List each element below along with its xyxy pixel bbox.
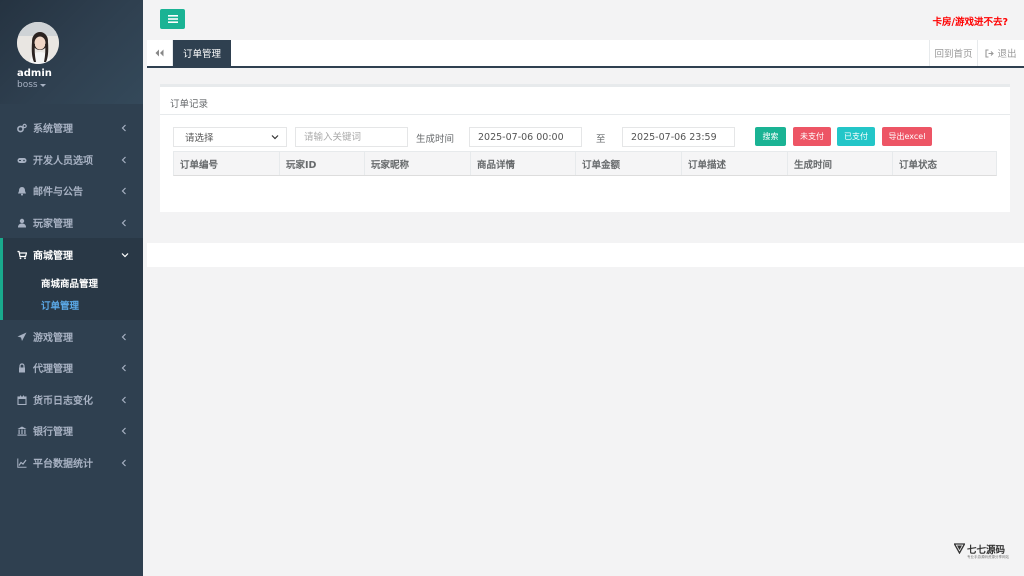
chevron-left-icon xyxy=(121,187,131,195)
sidebar-item-system[interactable]: 系统管理 xyxy=(0,112,143,143)
footer xyxy=(147,243,1024,267)
sidebar-item-label: 平台数据统计 xyxy=(33,459,93,470)
user-role-dropdown[interactable]: boss xyxy=(17,80,46,90)
chevron-left-icon xyxy=(121,396,131,404)
user-icon xyxy=(17,218,27,228)
caret-down-icon xyxy=(39,83,46,87)
sidebar-item-label: 货币日志变化 xyxy=(33,396,93,407)
logout-label: 退出 xyxy=(997,49,1017,60)
hamburger-icon xyxy=(167,15,178,23)
unpaid-filter-button[interactable]: 未支付 xyxy=(793,127,831,146)
column-header[interactable]: 商品详情 xyxy=(471,152,576,175)
column-header[interactable]: 订单编号 xyxy=(174,152,280,175)
sidebar-item-label: 系统管理 xyxy=(33,124,73,135)
sidebar: admin boss 系统管理 开发人员选项 邮件与公告 玩家管理 商城管理 商… xyxy=(0,0,143,576)
start-time-input[interactable] xyxy=(469,127,582,147)
sidebar-item-label: 代理管理 xyxy=(33,364,73,375)
sidebar-item-currency-log[interactable]: 货币日志变化 xyxy=(0,384,143,415)
column-header[interactable]: 订单描述 xyxy=(682,152,788,175)
top-navbar: 卡房/游戏进不去? xyxy=(143,0,1024,40)
gears-icon xyxy=(17,123,27,133)
avatar[interactable] xyxy=(17,22,59,64)
bank-icon xyxy=(17,426,27,436)
sign-out-icon xyxy=(985,48,995,58)
chevron-left-icon xyxy=(121,459,131,467)
end-time-input[interactable] xyxy=(622,127,735,147)
chevron-left-icon xyxy=(121,364,131,372)
sidebar-item-label: 玩家管理 xyxy=(33,219,73,230)
sidebar-item-shop[interactable]: 商城管理 xyxy=(0,239,143,270)
order-records-panel: 订单记录 请选择 生成时间 至 搜索 未支付 已支付 导出excel 订单编号 … xyxy=(160,84,1010,212)
profile-header: admin boss xyxy=(0,0,143,104)
sidebar-item-label: 银行管理 xyxy=(33,427,73,438)
column-header[interactable]: 生成时间 xyxy=(788,152,893,175)
sidebar-subitem-orders[interactable]: 订单管理 xyxy=(41,298,79,312)
bell-icon xyxy=(17,186,27,196)
sidebar-subitem-shop-products[interactable]: 商城商品管理 xyxy=(41,276,98,290)
tab-orders[interactable]: 订单管理 xyxy=(173,40,231,66)
paid-filter-button[interactable]: 已支付 xyxy=(837,127,875,146)
column-header[interactable]: 玩家昵称 xyxy=(365,152,471,175)
help-link[interactable]: 卡房/游戏进不去? xyxy=(933,14,1008,28)
sidebar-item-statistics[interactable]: 平台数据统计 xyxy=(0,447,143,478)
user-role: boss xyxy=(17,80,38,90)
watermark-subtext: 专业手游源码资源分享网站 xyxy=(967,555,1009,559)
line-chart-icon xyxy=(17,458,27,468)
time-label: 生成时间 xyxy=(416,134,455,145)
chevron-down-icon xyxy=(121,252,131,258)
column-header[interactable]: 玩家ID xyxy=(280,152,365,175)
export-excel-button[interactable]: 导出excel xyxy=(882,127,932,146)
watermark-logo-icon xyxy=(954,543,965,554)
orders-table-header: 订单编号 玩家ID 玩家昵称 商品详情 订单金额 订单描述 生成时间 订单状态 xyxy=(173,151,997,176)
logout-button[interactable]: 退出 xyxy=(977,40,1024,66)
sidebar-item-label: 游戏管理 xyxy=(33,333,73,344)
watermark: 七七源码 专业手游源码资源分享网站 xyxy=(954,542,1009,564)
column-header[interactable]: 订单状态 xyxy=(893,152,996,175)
filter-select[interactable]: 请选择 xyxy=(173,127,287,147)
divider xyxy=(160,114,1010,115)
sidebar-item-games[interactable]: 游戏管理 xyxy=(0,321,143,352)
panel-title: 订单记录 xyxy=(170,99,209,110)
sidebar-item-mail[interactable]: 邮件与公告 xyxy=(0,175,143,206)
watermark-text: 七七源码 xyxy=(967,545,1006,556)
user-name: admin xyxy=(17,68,52,79)
chevron-left-icon xyxy=(121,333,131,341)
gamepad-icon xyxy=(17,155,27,165)
tab-scroll-left-button[interactable] xyxy=(147,40,173,66)
sidebar-item-bank[interactable]: 银行管理 xyxy=(0,415,143,446)
chevron-left-icon xyxy=(121,219,131,227)
search-button[interactable]: 搜索 xyxy=(755,127,786,146)
sidebar-item-label: 商城管理 xyxy=(33,251,73,262)
cart-icon xyxy=(17,250,27,260)
calendar-icon xyxy=(17,395,27,405)
back-home-button[interactable]: 回到首页 xyxy=(929,40,977,66)
chevron-down-icon xyxy=(271,135,279,140)
sidebar-item-agents[interactable]: 代理管理 xyxy=(0,352,143,383)
double-chevron-left-icon xyxy=(155,49,164,57)
tabs-bar: 订单管理 回到首页 退出 xyxy=(147,40,1024,68)
sidebar-item-label: 开发人员选项 xyxy=(33,156,93,167)
sidebar-item-players[interactable]: 玩家管理 xyxy=(0,207,143,238)
chevron-left-icon xyxy=(121,156,131,164)
to-label: 至 xyxy=(596,134,606,145)
keyword-input[interactable] xyxy=(295,127,408,147)
column-header[interactable]: 订单金额 xyxy=(576,152,682,175)
filter-select-value: 请选择 xyxy=(185,133,214,144)
rocket-icon xyxy=(17,332,27,342)
lock-icon xyxy=(17,362,27,373)
sidebar-item-developer[interactable]: 开发人员选项 xyxy=(0,144,143,175)
chevron-left-icon xyxy=(121,124,131,132)
toggle-sidebar-button[interactable] xyxy=(160,9,185,29)
sidebar-item-label: 邮件与公告 xyxy=(33,187,83,198)
chevron-left-icon xyxy=(121,427,131,435)
